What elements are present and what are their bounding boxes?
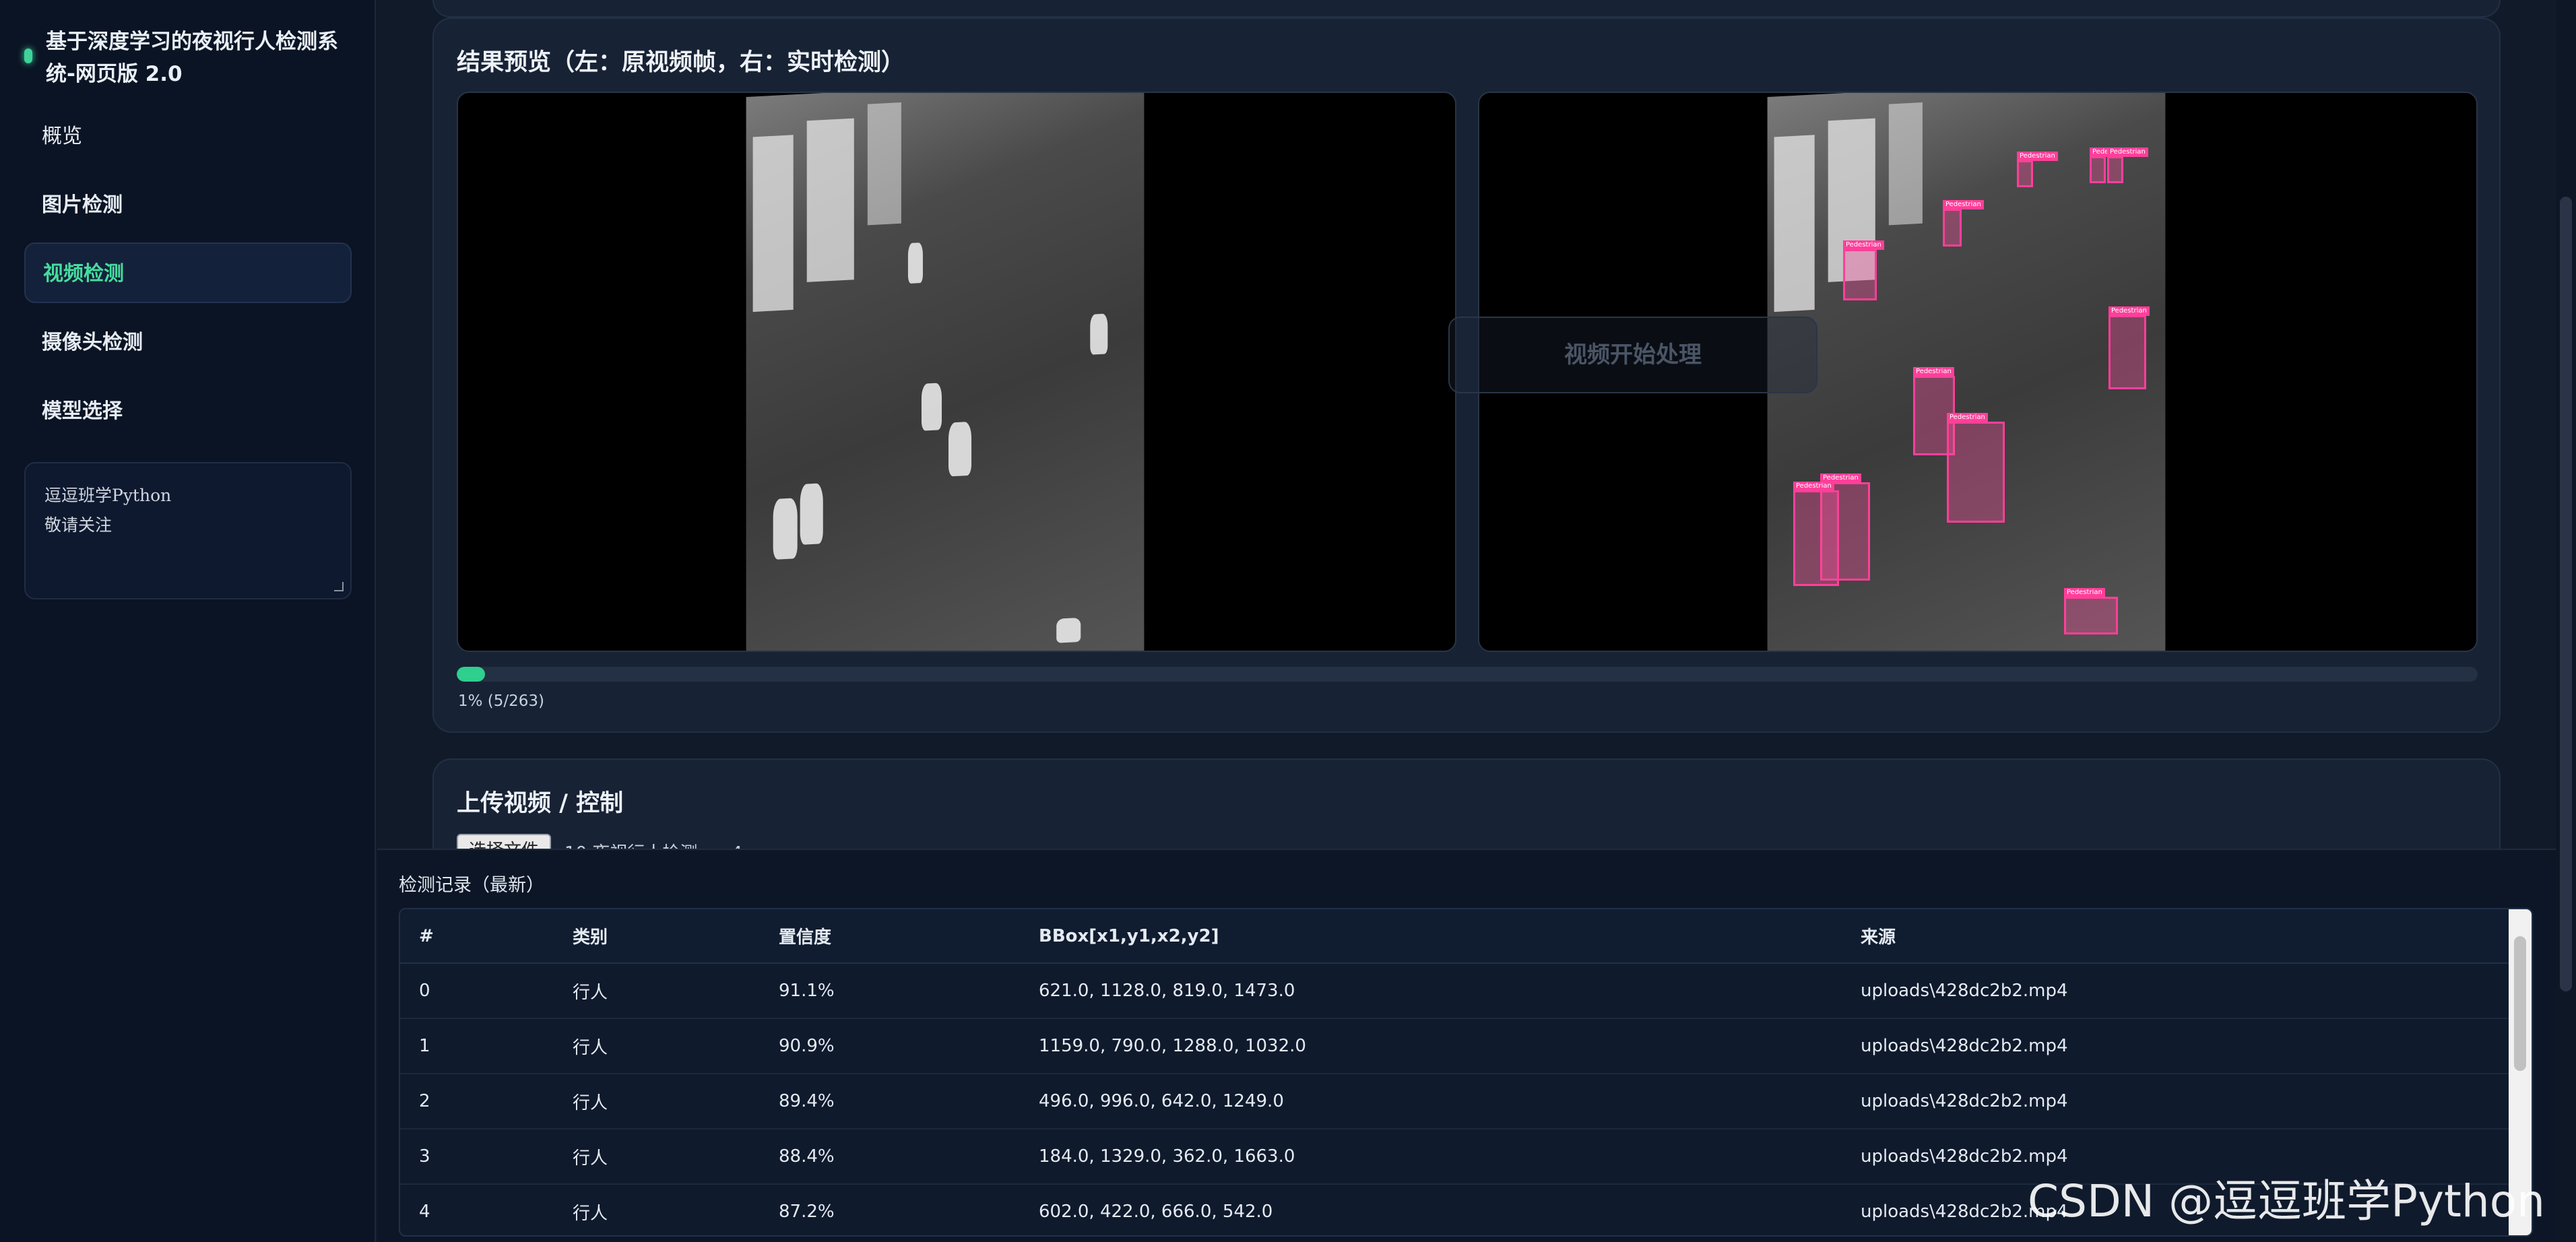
previous-card-edge (432, 0, 2501, 18)
table-row[interactable]: 0 行人 91.1% 621.0, 1128.0, 819.0, 1473.0 … (400, 963, 2510, 1019)
cell-confidence: 91.1% (760, 963, 1020, 1019)
cell-bbox: 496.0, 996.0, 642.0, 1249.0 (1020, 1074, 1842, 1130)
column-header-bbox[interactable]: BBox[x1,y1,x2,y2] (1020, 909, 1842, 964)
cell-bbox: 621.0, 1128.0, 819.0, 1473.0 (1020, 963, 1842, 1019)
sidebar-item-overview[interactable]: 概览 (24, 106, 352, 167)
sidebar-item-camera-detection[interactable]: 摄像头检测 (24, 313, 352, 373)
original-video-frame (457, 92, 1456, 652)
cell-class: 行人 (554, 1018, 760, 1074)
note-textarea[interactable]: 逗逗班学Python 敬请关注 (24, 462, 352, 599)
watermark: CSDN @逗逗班学Python (2028, 1175, 2545, 1227)
cell-index: 1 (400, 1018, 554, 1074)
progress-bar (457, 667, 2478, 682)
detection-box: Pedestrian (2017, 152, 2058, 187)
sidebar-item-model-selection[interactable]: 模型选择 (24, 381, 352, 442)
cell-index: 0 (400, 963, 554, 1019)
detection-box: Pedestrian (1943, 200, 1984, 247)
table-row[interactable]: 2 行人 89.4% 496.0, 996.0, 642.0, 1249.0 u… (400, 1074, 2510, 1130)
preview-card: 结果预览（左：原视频帧，右：实时检测） Pedestrian Pedestria… (432, 18, 2501, 733)
cell-class: 行人 (554, 963, 760, 1019)
column-header-source[interactable]: 来源 (1842, 909, 2510, 964)
cell-index: 4 (400, 1184, 554, 1235)
cell-confidence: 90.9% (760, 1018, 1020, 1074)
column-header-index[interactable]: # (400, 909, 554, 964)
detection-box: Pedestrian (2108, 306, 2150, 389)
detection-box: Pedestrian (1793, 482, 1839, 586)
cell-source: uploads\428dc2b2.mp4 (1842, 1018, 2510, 1074)
detection-box: Pedestrian (1843, 240, 1884, 300)
detection-box: Pedestrian (2090, 148, 2131, 183)
table-header-row: # 类别 置信度 BBox[x1,y1,x2,y2] 来源 (400, 909, 2510, 964)
cell-bbox: 184.0, 1329.0, 362.0, 1663.0 (1020, 1129, 1842, 1185)
detection-box: Pedestrian (2064, 588, 2118, 634)
preview-title: 结果预览（左：原视频帧，右：实时检测） (457, 49, 905, 76)
progress-text: 1% (5/263) (458, 692, 545, 710)
start-processing-button[interactable]: 视频开始处理 (1448, 317, 1817, 393)
sidebar: 基于深度学习的夜视行人检测系统-网页版 2.0 概览 图片检测 视频检测 摄像头… (0, 0, 376, 1242)
cell-confidence: 89.4% (760, 1074, 1020, 1130)
page-scroll-thumb[interactable] (2560, 197, 2572, 991)
progress-fill (457, 667, 485, 682)
cell-index: 3 (400, 1129, 554, 1185)
detection-box: Pedestrian (2107, 148, 2148, 183)
detection-box: Pedestrian (1947, 413, 2005, 523)
cell-class: 行人 (554, 1184, 760, 1235)
sidebar-item-video-detection[interactable]: 视频检测 (24, 242, 352, 303)
column-header-confidence[interactable]: 置信度 (760, 909, 1020, 964)
cell-class: 行人 (554, 1074, 760, 1130)
brand: 基于深度学习的夜视行人检测系统-网页版 2.0 (24, 26, 348, 90)
cell-confidence: 88.4% (760, 1129, 1020, 1185)
page-scrollbar[interactable] (2556, 0, 2576, 1242)
upload-title: 上传视频 / 控制 (457, 790, 624, 817)
cell-class: 行人 (554, 1129, 760, 1185)
cell-bbox: 1159.0, 790.0, 1288.0, 1032.0 (1020, 1018, 1842, 1074)
cell-confidence: 87.2% (760, 1184, 1020, 1235)
column-header-class[interactable]: 类别 (554, 909, 760, 964)
table-row[interactable]: 1 行人 90.9% 1159.0, 790.0, 1288.0, 1032.0… (400, 1018, 2510, 1074)
cell-source: uploads\428dc2b2.mp4 (1842, 963, 2510, 1019)
app-title: 基于深度学习的夜视行人检测系统-网页版 2.0 (46, 30, 338, 86)
thermal-frame-image (746, 93, 1145, 651)
table-scroll-thumb[interactable] (2514, 936, 2526, 1071)
cell-bbox: 602.0, 422.0, 666.0, 542.0 (1020, 1184, 1842, 1235)
sidebar-item-image-detection[interactable]: 图片检测 (24, 175, 352, 236)
status-dot-icon (24, 48, 32, 63)
records-title: 检测记录（最新） (399, 875, 544, 896)
cell-index: 2 (400, 1074, 554, 1130)
cell-source: uploads\428dc2b2.mp4 (1842, 1074, 2510, 1130)
